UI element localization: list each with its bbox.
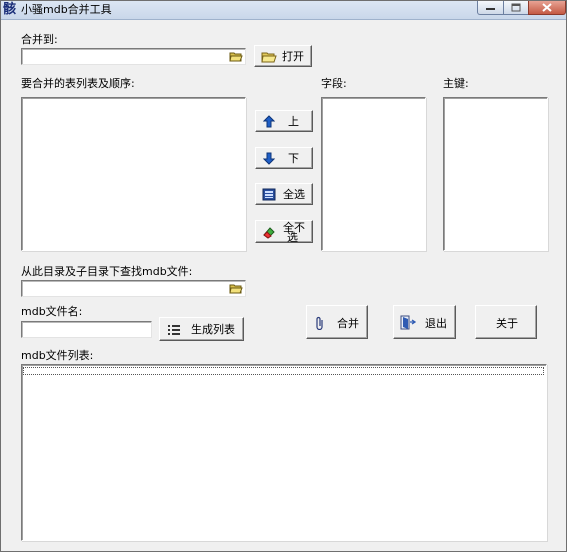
mdb-filename-label: mdb文件名: — [21, 305, 83, 318]
select-all-label: 全选 — [283, 188, 305, 201]
about-button[interactable]: 关于 — [475, 305, 537, 339]
primary-key-label: 主键: — [443, 77, 469, 90]
select-all-icon — [262, 188, 276, 201]
tables-list-label: 要合并的表列表及顺序: — [21, 77, 135, 90]
maximize-icon — [511, 3, 521, 12]
move-up-label: 上 — [288, 115, 299, 128]
eraser-icon — [263, 227, 275, 239]
minimize-icon — [486, 8, 495, 10]
main-window: 骸 小骚mdb合并工具 合并到: 打开 要合并的表列表及顺序: 字段: 主键: — [0, 0, 567, 552]
open-button[interactable]: 打开 — [254, 45, 312, 67]
exit-door-icon — [400, 315, 416, 330]
merge-button[interactable]: 合并 — [306, 305, 368, 339]
merge-label: 合并 — [337, 317, 359, 330]
list-icon — [168, 325, 180, 335]
app-icon: 骸 — [3, 2, 17, 17]
close-button[interactable] — [528, 1, 566, 15]
arrow-down-icon — [263, 152, 275, 165]
select-none-label-line2: 选 — [287, 231, 298, 244]
generate-list-label: 生成列表 — [191, 323, 235, 336]
primary-key-listbox[interactable] — [443, 97, 548, 251]
search-dir-input[interactable] — [21, 280, 246, 297]
move-up-button[interactable]: 上 — [255, 110, 313, 132]
move-down-button[interactable]: 下 — [255, 147, 313, 169]
list-focus-rect — [23, 367, 544, 375]
select-all-button[interactable]: 全选 — [255, 183, 313, 205]
open-button-label: 打开 — [282, 50, 304, 63]
mdb-file-listbox[interactable] — [21, 364, 547, 541]
fields-label: 字段: — [321, 77, 347, 90]
search-dir-label: 从此目录及子目录下查找mdb文件: — [21, 265, 193, 278]
mdb-filename-input[interactable] — [21, 321, 152, 338]
browse-folder-icon[interactable] — [229, 50, 243, 62]
open-folder-icon — [261, 52, 277, 63]
fields-listbox[interactable] — [321, 97, 426, 251]
tables-listbox[interactable] — [21, 97, 246, 251]
exit-button[interactable]: 退出 — [393, 305, 456, 339]
exit-label: 退出 — [425, 317, 447, 330]
about-label: 关于 — [496, 317, 518, 330]
arrow-up-icon — [263, 115, 275, 128]
move-down-label: 下 — [288, 152, 299, 165]
paperclip-icon — [316, 316, 323, 330]
close-icon — [542, 3, 552, 12]
minimize-button[interactable] — [477, 1, 504, 15]
maximize-button[interactable] — [503, 1, 529, 15]
title-bar[interactable]: 骸 小骚mdb合并工具 — [1, 1, 566, 20]
window-title: 小骚mdb合并工具 — [21, 3, 112, 16]
browse-dir-icon[interactable] — [229, 282, 243, 294]
merge-to-label: 合并到: — [21, 33, 58, 46]
merge-to-input[interactable] — [21, 48, 246, 65]
select-none-button[interactable]: 全不 选 — [255, 220, 313, 244]
mdb-list-label: mdb文件列表: — [21, 349, 94, 362]
generate-list-button[interactable]: 生成列表 — [159, 317, 244, 341]
